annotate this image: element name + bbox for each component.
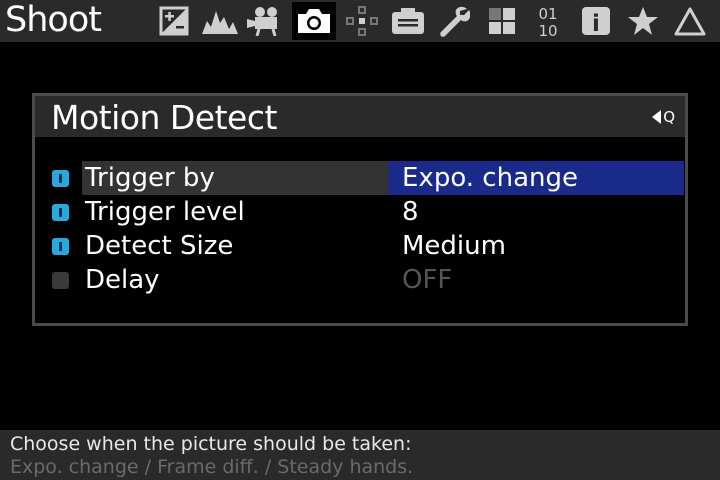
back-button[interactable]: Q [651,108,675,126]
row-value[interactable]: Expo. change [388,161,684,195]
help-bar: Choose when the picture should be taken:… [0,430,720,480]
row-label: Delay [85,265,160,295]
enabled-indicator-icon [52,238,69,255]
tab-custom[interactable] [480,2,524,40]
settings-list: Trigger by Expo. change Trigger level 8 … [35,161,685,297]
help-options-text: Expo. change / Frame diff. / Steady hand… [10,456,414,478]
tab-info[interactable]: i [574,2,618,40]
tab-binary[interactable]: 01 10 [526,2,570,40]
row-value[interactable]: OFF [388,263,684,297]
camera-setup-icon [392,8,424,34]
tab-shoot[interactable] [292,2,336,40]
svg-text:10: 10 [538,22,557,38]
panel-header: Motion Detect Q [35,96,685,137]
binary-icon: 01 10 [538,5,557,38]
row-detect-size[interactable]: Detect Size Medium [35,229,685,263]
panel-title: Motion Detect [51,98,277,137]
tab-tools[interactable] [432,2,476,40]
disabled-indicator-icon [52,272,69,289]
wrench-icon [440,6,470,37]
row-value[interactable]: 8 [388,195,684,229]
histogram-icon [202,11,238,34]
tab-exposure[interactable] [152,2,196,40]
row-value[interactable]: Medium [388,229,684,263]
tab-triangle[interactable] [668,2,712,40]
row-label: Trigger by [82,161,390,195]
back-arrow-icon [652,110,662,124]
star-icon [628,7,658,35]
tab-histogram[interactable] [198,2,242,40]
exposure-compensation-icon [159,6,189,36]
motion-detect-panel: Motion Detect Q Trigger by Expo. change … [32,93,688,326]
help-text: Choose when the picture should be taken: [10,433,412,455]
tab-focus[interactable] [340,2,384,40]
top-menu-bar: Shoot 01 10 i [0,0,720,42]
info-icon: i [582,7,610,36]
row-label: Detect Size [85,231,234,261]
row-label: Trigger level [85,197,245,227]
row-trigger-level[interactable]: Trigger level 8 [35,195,685,229]
row-trigger-by[interactable]: Trigger by Expo. change [35,161,685,195]
focus-points-icon [346,6,378,36]
triangle-icon [674,7,706,36]
camera-icon [298,9,330,33]
custom-grid-icon [489,8,515,34]
enabled-indicator-icon [52,170,69,187]
back-button-label: Q [663,108,675,126]
svg-text:i: i [592,11,600,36]
tab-favorites[interactable] [621,2,665,40]
enabled-indicator-icon [52,204,69,221]
tab-movie[interactable] [244,2,288,40]
movie-camera-icon [247,7,277,36]
menu-title: Shoot [5,0,102,40]
row-delay[interactable]: Delay OFF [35,263,685,297]
tab-setup[interactable] [386,2,430,40]
svg-text:01: 01 [538,5,557,23]
